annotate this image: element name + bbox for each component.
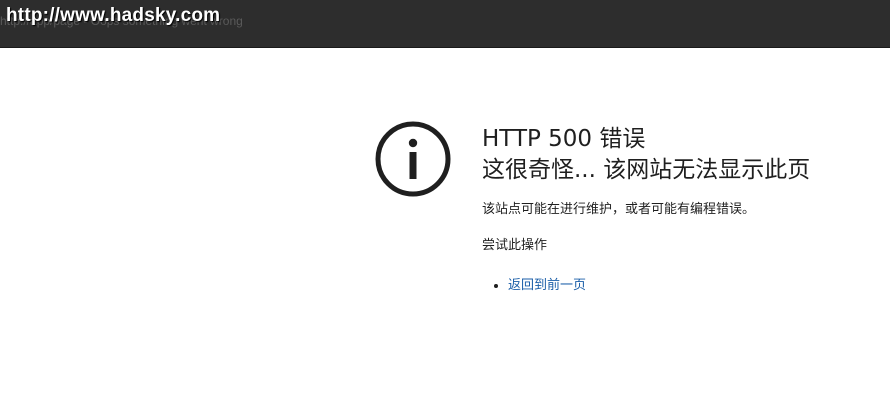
error-subtitle: 这很奇怪... 该网站无法显示此页 <box>482 157 811 183</box>
watermark-url: http://www.hadsky.com <box>6 5 221 26</box>
error-content: HTTP 500 错误 这很奇怪... 该网站无法显示此页 该站点可能在进行维护… <box>482 124 882 296</box>
top-bar: http://app/page - Oops something went wr… <box>0 0 890 48</box>
info-icon <box>375 121 451 197</box>
error-title: HTTP 500 错误 <box>482 126 646 152</box>
go-back-link[interactable]: 返回到前一页 <box>508 278 586 293</box>
action-list-item: 返回到前一页 <box>508 276 882 296</box>
error-description: 该站点可能在进行维护，或者可能有编程错误。 <box>482 202 756 217</box>
try-heading: 尝试此操作 <box>482 238 548 253</box>
action-list: 返回到前一页 <box>482 276 882 296</box>
